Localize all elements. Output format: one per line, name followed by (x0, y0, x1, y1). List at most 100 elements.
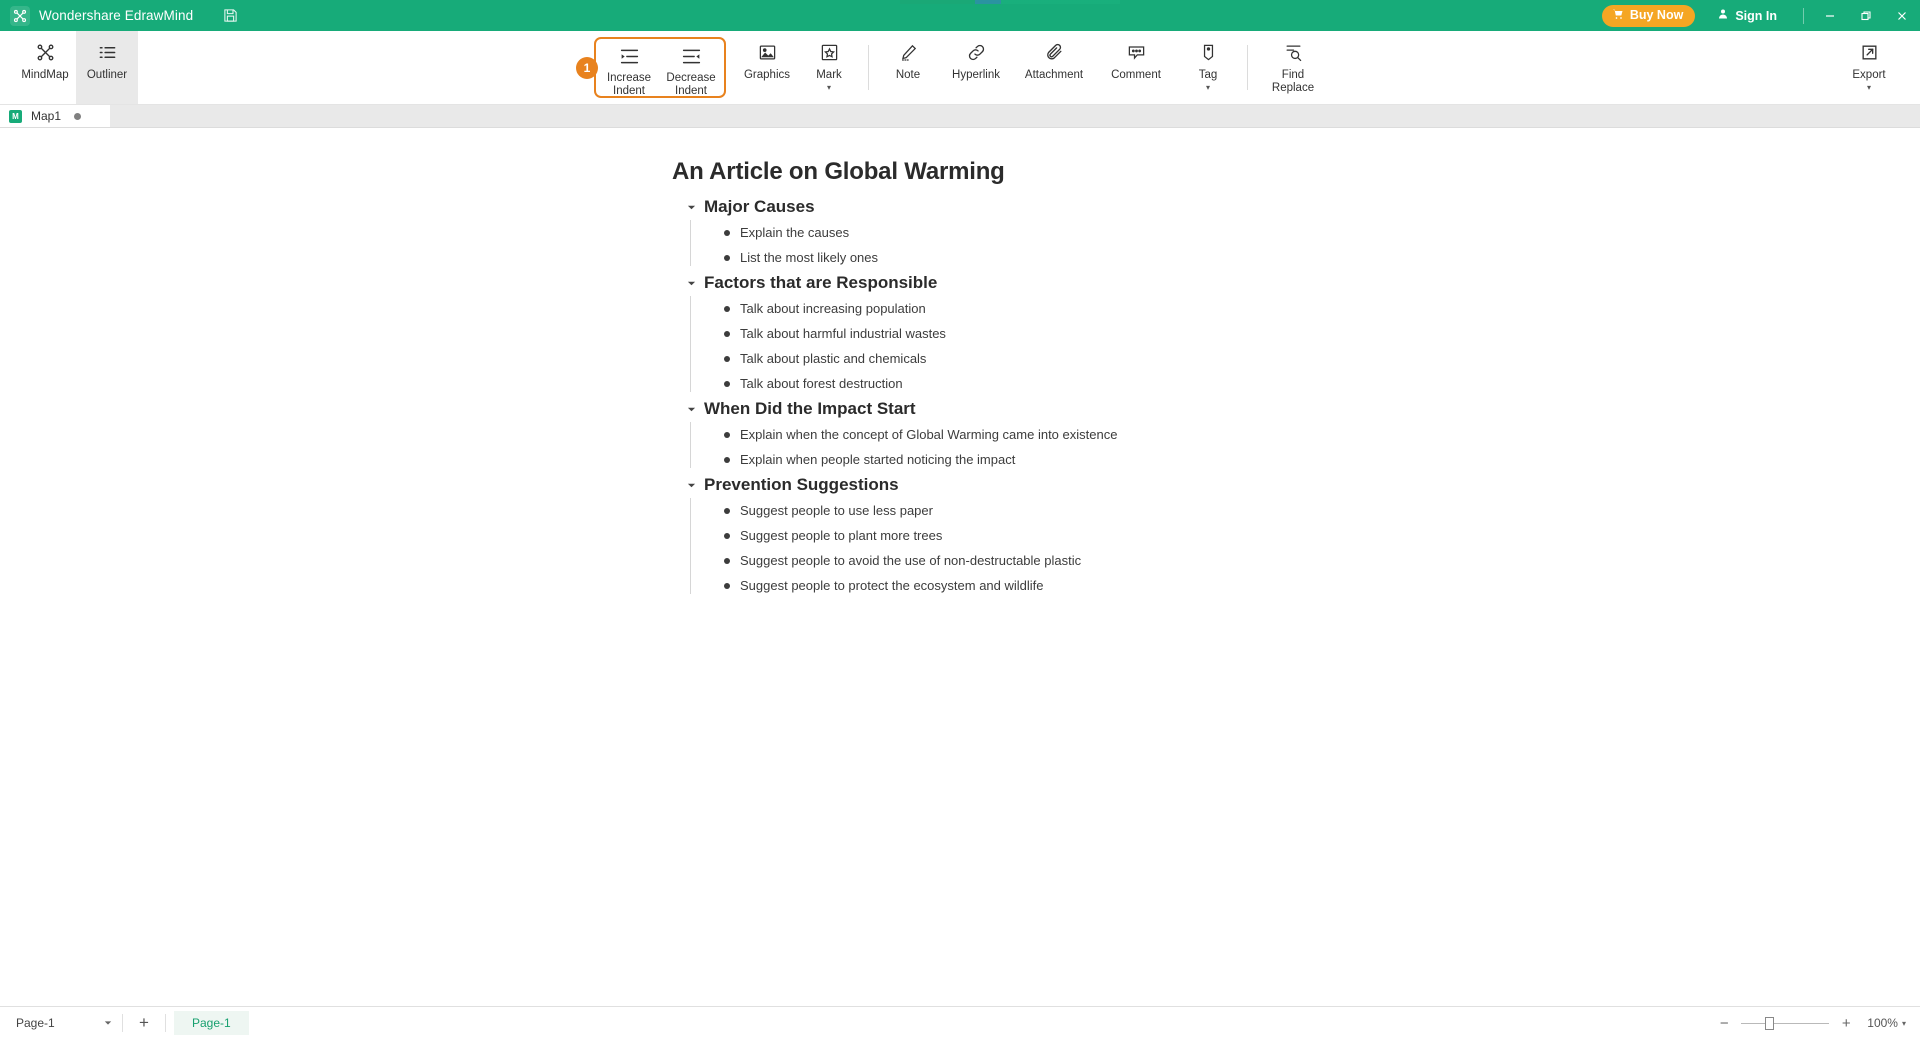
outline-item[interactable]: Suggest people to use less paper (724, 498, 1920, 523)
outline-children: Talk about increasing population Talk ab… (690, 296, 1920, 396)
decrease-indent-button[interactable]: Decrease Indent (660, 39, 722, 97)
outline-section: Major Causes Explain the causes List the… (676, 194, 1920, 270)
bullet-icon (724, 355, 730, 362)
collapse-caret-icon[interactable] (686, 480, 696, 490)
outline-item-text[interactable]: Explain when people started noticing the… (740, 452, 1015, 467)
outline-item[interactable]: Talk about harmful industrial wastes (724, 321, 1920, 346)
outline-item[interactable]: Explain the causes (724, 220, 1920, 245)
mark-button[interactable]: Mark ▾ (798, 31, 860, 104)
buy-now-label: Buy Now (1629, 8, 1684, 22)
tag-button[interactable]: Tag ▾ (1177, 31, 1239, 104)
zoom-slider[interactable] (1741, 1016, 1830, 1030)
hyperlink-label: Hyperlink (952, 69, 1000, 81)
note-label: Note (895, 69, 921, 81)
tag-chevron-down-icon[interactable]: ▾ (1206, 84, 1210, 92)
attachment-button[interactable]: Attachment (1013, 31, 1095, 104)
collapse-caret-icon[interactable] (686, 278, 696, 288)
bullet-icon (724, 229, 730, 236)
zoom-chevron-down-icon[interactable]: ▾ (1902, 1019, 1906, 1028)
page-selector-value: Page-1 (16, 1016, 55, 1030)
app-title: Wondershare EdrawMind (39, 8, 194, 23)
page-selector-dropdown[interactable]: Page-1 (10, 1016, 118, 1030)
zoom-out-button[interactable]: − (1717, 1015, 1731, 1032)
sign-in-button[interactable]: Sign In (1707, 5, 1787, 26)
outline-section-header[interactable]: Major Causes (686, 194, 1920, 220)
mark-chevron-down-icon[interactable]: ▾ (827, 84, 831, 92)
cart-icon (1612, 8, 1624, 23)
title-bar: Wondershare EdrawMind Buy Now Sign In (0, 0, 1920, 31)
outline-section-title[interactable]: Major Causes (704, 197, 815, 217)
comment-label: Comment (1111, 69, 1161, 81)
export-chevron-down-icon[interactable]: ▾ (1867, 84, 1871, 92)
outline-item-text[interactable]: Suggest people to use less paper (740, 503, 933, 518)
bullet-icon (724, 380, 730, 387)
status-divider-2 (165, 1014, 166, 1032)
bullet-icon (724, 330, 730, 337)
bullet-icon (724, 305, 730, 312)
outline-section-header[interactable]: Prevention Suggestions (686, 472, 1920, 498)
bullet-icon (724, 557, 730, 564)
outline-item[interactable]: Talk about plastic and chemicals (724, 346, 1920, 371)
outline-item-text[interactable]: Explain when the concept of Global Warmi… (740, 427, 1117, 442)
close-icon[interactable] (1884, 0, 1920, 31)
bullet-icon (724, 456, 730, 463)
outline-item-text[interactable]: Talk about forest destruction (740, 376, 903, 391)
zoom-slider-thumb[interactable] (1765, 1016, 1775, 1030)
bullet-icon (724, 431, 730, 438)
increase-indent-button[interactable]: Increase Indent (598, 39, 660, 97)
export-button[interactable]: Export ▾ (1838, 31, 1900, 104)
outline-item-text[interactable]: List the most likely ones (740, 250, 878, 265)
outline-item[interactable]: Suggest people to plant more trees (724, 523, 1920, 548)
export-icon (1860, 40, 1879, 64)
find-replace-button[interactable]: Find Replace (1256, 31, 1330, 104)
minimize-icon[interactable] (1812, 0, 1848, 31)
save-icon[interactable] (219, 5, 241, 27)
zoom-controls: − + (1717, 1015, 1853, 1032)
outline-document-title[interactable]: An Article on Global Warming (672, 158, 1005, 186)
outline-item-text[interactable]: Talk about plastic and chemicals (740, 351, 926, 366)
zoom-percent-label[interactable]: 100% (1867, 1016, 1898, 1030)
outline-item-text[interactable]: Suggest people to plant more trees (740, 528, 942, 543)
outline-section-header[interactable]: When Did the Impact Start (686, 396, 1920, 422)
outline-item-text[interactable]: Explain the causes (740, 225, 849, 240)
outline-item[interactable]: Talk about forest destruction (724, 371, 1920, 396)
outline-section-title[interactable]: Prevention Suggestions (704, 475, 899, 495)
add-page-button[interactable]: + (127, 1010, 161, 1036)
find-replace-icon (1284, 40, 1303, 64)
restore-icon[interactable] (1848, 0, 1884, 31)
outline-item-text[interactable]: Talk about harmful industrial wastes (740, 326, 946, 341)
outline-item[interactable]: Suggest people to protect the ecosystem … (724, 573, 1920, 598)
buy-now-button[interactable]: Buy Now (1601, 4, 1696, 27)
view-mode-mindmap[interactable]: MindMap (14, 31, 76, 104)
hyperlink-button[interactable]: Hyperlink (939, 31, 1013, 104)
document-tab-map1[interactable]: M Map1 (0, 105, 110, 127)
comment-button[interactable]: Comment (1095, 31, 1177, 104)
user-icon (1717, 8, 1729, 23)
outline-item[interactable]: Explain when people started noticing the… (724, 447, 1920, 472)
outline-item[interactable]: Explain when the concept of Global Warmi… (724, 422, 1920, 447)
bullet-icon (724, 507, 730, 514)
outline-item-text[interactable]: Talk about increasing population (740, 301, 926, 316)
bullet-icon (724, 532, 730, 539)
collapse-caret-icon[interactable] (686, 202, 696, 212)
zoom-in-button[interactable]: + (1839, 1015, 1853, 1032)
outline-item[interactable]: List the most likely ones (724, 245, 1920, 270)
graphics-button[interactable]: Graphics (736, 31, 798, 104)
bullet-icon (724, 582, 730, 589)
outline-item[interactable]: Suggest people to avoid the use of non-d… (724, 548, 1920, 573)
note-button[interactable]: Note (877, 31, 939, 104)
outline-item-text[interactable]: Suggest people to avoid the use of non-d… (740, 553, 1081, 568)
view-mode-mindmap-label: MindMap (21, 69, 69, 81)
view-mode-outliner[interactable]: Outliner (76, 31, 138, 104)
outline-item-text[interactable]: Suggest people to protect the ecosystem … (740, 578, 1044, 593)
outline-section-title[interactable]: When Did the Impact Start (704, 399, 916, 419)
outline-item[interactable]: Talk about increasing population (724, 296, 1920, 321)
export-label: Export (1852, 69, 1886, 81)
page-tab-page-1[interactable]: Page-1 (174, 1011, 249, 1035)
outline-children: Explain the causes List the most likely … (690, 220, 1920, 270)
outline-section-header[interactable]: Factors that are Responsible (686, 270, 1920, 296)
window-accent-strip (900, 0, 1120, 4)
outline-section-title[interactable]: Factors that are Responsible (704, 273, 937, 293)
collapse-caret-icon[interactable] (686, 404, 696, 414)
unsaved-changes-dot[interactable] (74, 112, 82, 120)
